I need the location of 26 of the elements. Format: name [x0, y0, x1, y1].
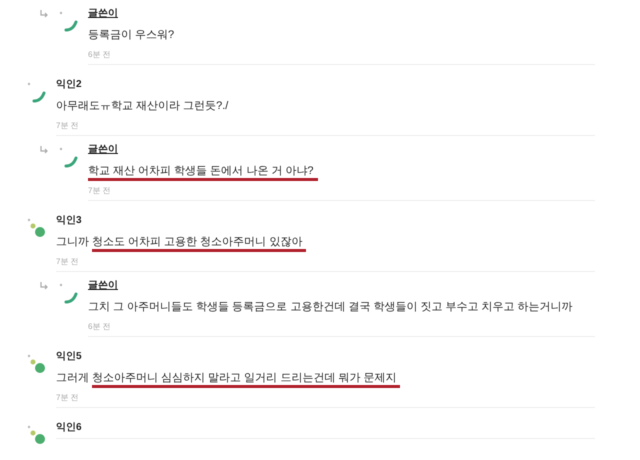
timestamp: 7분 전: [56, 393, 79, 403]
comment-text: 그니까 청소도 어차피 고용한 청소아주머니 있잖아: [56, 235, 306, 249]
author-name: 익인5: [56, 351, 82, 363]
comment-text: 학교 재산 어차피 학생들 돈에서 나온 거 아냐?: [88, 164, 318, 178]
reply-arrow-icon: [40, 146, 48, 154]
timestamp: 7분 전: [56, 257, 79, 267]
reply-arrow-icon: [40, 10, 48, 18]
author-name: 익인3: [56, 215, 82, 227]
timestamp: 7분 전: [88, 186, 111, 196]
comment-text: 등록금이 우스워?: [88, 28, 174, 42]
author-name: 글쓴이: [88, 144, 118, 156]
comment-text: 아무래도ㅠ학교 재산이라 그런듯?./: [56, 99, 228, 113]
timestamp: 6분 전: [88, 322, 111, 332]
author-name: 글쓴이: [88, 8, 118, 20]
author-name: 익인2: [56, 79, 82, 91]
timestamp: 7분 전: [56, 121, 79, 131]
avatar-icon: [58, 146, 80, 170]
author-name: 글쓴이: [88, 280, 118, 292]
author-name: 익인6: [56, 422, 82, 434]
avatar-icon: [58, 10, 80, 34]
comment-text: 그치 그 아주머니들도 학생들 등록금으로 고용한건데 결국 학생들이 짓고 부수고 치우고 하는거니까: [88, 300, 573, 314]
reply-arrow-icon: [40, 282, 48, 290]
avatar-icon: [26, 81, 48, 105]
timestamp: 6분 전: [88, 50, 111, 60]
comment-text: 그러게 청소아주머니 심심하지 말라고 일거리 드리는건데 뭐가 문제지: [56, 371, 400, 385]
avatar-icon: [58, 282, 80, 306]
